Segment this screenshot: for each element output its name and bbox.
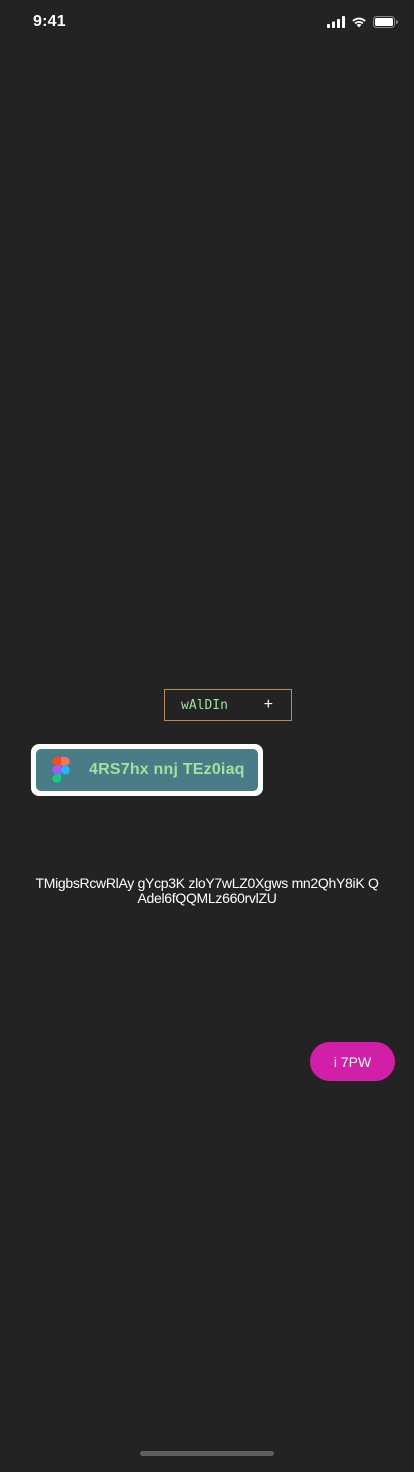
- home-indicator[interactable]: [140, 1451, 274, 1456]
- figma-button-label: 4RS7hx nnj TEz0iaq: [89, 761, 245, 778]
- battery-icon: [373, 16, 398, 28]
- paragraph-line-2: Adel6fQQMLz660rvlZU: [137, 890, 277, 906]
- status-time: 9:41: [33, 13, 66, 30]
- status-icons: [327, 15, 398, 29]
- plus-icon: +: [263, 696, 273, 713]
- cellular-signal-icon: [327, 16, 345, 28]
- figma-logo-icon: [52, 757, 70, 783]
- status-bar: 9:41: [0, 0, 414, 44]
- figma-button-body[interactable]: 4RS7hx nnj TEz0iaq: [36, 749, 258, 791]
- wifi-icon: [352, 17, 366, 28]
- paragraph-line-1: TMigbsRcwRlAy gYcp3K zloY7wLZ0Xgws mn2Qh…: [35, 875, 379, 891]
- action-button[interactable]: i 7PW: [310, 1042, 395, 1081]
- body-paragraph: TMigbsRcwRlAy gYcp3K zloY7wLZ0Xgws mn2Qh…: [0, 876, 414, 906]
- add-chip-button[interactable]: wAlDIn +: [164, 689, 292, 721]
- chip-button-label: wAlDIn: [181, 697, 228, 713]
- figma-button[interactable]: 4RS7hx nnj TEz0iaq: [31, 744, 263, 796]
